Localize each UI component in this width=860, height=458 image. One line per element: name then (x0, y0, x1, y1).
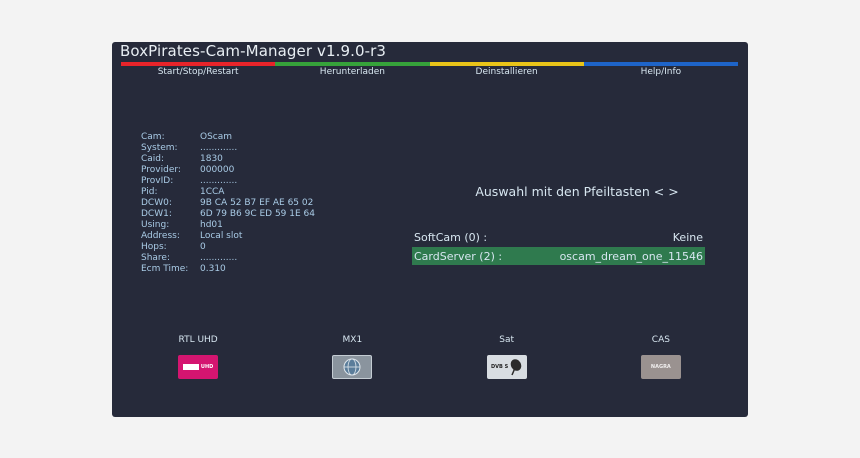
herunterladen-button[interactable]: Herunterladen (275, 67, 429, 77)
provider-name: MX1 (342, 335, 363, 345)
ecm-info-value: OScam (200, 132, 233, 142)
ecm-info-row: Cam: OScam (141, 132, 315, 143)
ecm-info-value: 1CCA (200, 187, 225, 197)
softcam-selector[interactable]: SoftCam (0) : Keine (412, 228, 705, 246)
ecm-info-key: ProvID: (141, 176, 174, 186)
cardserver-label: CardServer (2) : (414, 249, 503, 263)
ecm-info-value: ............. (200, 143, 238, 153)
nagra-logo-icon: NAGRA (640, 355, 681, 379)
ecm-info-key: Ecm Time: (141, 264, 189, 274)
ecm-info-value: Local slot (200, 231, 243, 241)
deinstallieren-button[interactable]: Deinstallieren (430, 67, 584, 77)
ecm-info-row: DCW1: 6D 79 B6 9C ED 59 1E 64 (141, 209, 315, 220)
ecm-info-key: Using: (141, 220, 170, 230)
window-title: BoxPirates-Cam-Manager v1.9.0-r3 (120, 42, 387, 60)
softcam-value: Keine (672, 230, 703, 244)
ecm-info-value: 0 (200, 242, 206, 252)
ecm-info-key: Caid: (141, 154, 165, 164)
ecm-info-key: Provider: (141, 165, 181, 175)
cas-logo-text: NAGRA (650, 364, 671, 370)
ecm-info-row: System:............. (141, 143, 315, 154)
ecm-info-key: Hops: (141, 242, 167, 252)
ecm-info-key: Share: (141, 253, 171, 263)
ecm-info-row: Provider: 000000 (141, 165, 315, 176)
cam-manager-window: BoxPirates-Cam-Manager v1.9.0-r3 Start/S… (112, 42, 748, 417)
ecm-info-value: ............. (200, 176, 238, 186)
help-info-button[interactable]: Help/Info (584, 67, 738, 77)
ecm-info-row: Share:............. (141, 253, 315, 264)
tuner-tile: Sat DVB S (430, 335, 584, 379)
ecm-info-value: 1830 (200, 154, 223, 164)
ecm-info-key: DCW0: (141, 198, 172, 208)
cas-tile: CAS NAGRA (584, 335, 738, 379)
ecm-info-row: Address: Local slot (141, 231, 315, 242)
color-key-labels: Start/Stop/Restart Herunterladen Deinsta… (121, 67, 738, 77)
mx1-globe-icon (332, 355, 373, 379)
ecm-info-row: Ecm Time: 0.310 (141, 264, 315, 275)
cardserver-selector[interactable]: CardServer (2) : oscam_dream_one_11546 (412, 247, 705, 265)
navigation-hint: Auswahl mit den Pfeiltasten < > (475, 184, 679, 199)
green-key-bar (275, 62, 430, 66)
rtl-uhd-logo-icon: UHD (178, 355, 219, 379)
ecm-info-row: DCW0: 9B CA 52 B7 EF AE 65 02 (141, 198, 315, 209)
ecm-info-value: 0.310 (200, 264, 226, 274)
ecm-info-value: 000000 (200, 165, 235, 175)
ecm-info-row: ProvID:............. (141, 176, 315, 187)
tuner-name: Sat (499, 335, 514, 345)
provider-tile: MX1 (275, 335, 429, 379)
dvb-logo-text: DVB S (491, 364, 509, 370)
softcam-label: SoftCam (0) : (414, 230, 488, 244)
ecm-info-key: Cam: (141, 132, 165, 142)
ecm-info-value: 6D 79 B6 9C ED 59 1E 64 (200, 209, 315, 219)
ecm-info-key: Pid: (141, 187, 158, 197)
start-stop-restart-button[interactable]: Start/Stop/Restart (121, 67, 275, 77)
ecm-info-list: Cam: OScam System:............. Caid: 1830… (141, 132, 315, 275)
ecm-info-row: Pid: 1CCA (141, 187, 315, 198)
ecm-info-row: Hops: 0 (141, 242, 315, 253)
ecm-info-key: DCW1: (141, 209, 172, 219)
yellow-key-bar (429, 62, 584, 66)
channel-info-tiles: RTL UHD UHD MX1 Sat DVB S CAS NAGRA (121, 335, 738, 379)
ecm-info-key: Address: (141, 231, 180, 241)
cardserver-value: oscam_dream_one_11546 (559, 249, 703, 263)
blue-key-bar (583, 62, 738, 66)
ecm-info-value: 9B CA 52 B7 EF AE 65 02 (200, 198, 314, 208)
ecm-info-value: ............. (200, 253, 238, 263)
ecm-info-value: hd01 (200, 220, 223, 230)
cas-name: CAS (651, 335, 670, 345)
dvb-s-dish-icon: DVB S (486, 355, 527, 379)
channel-tile: RTL UHD UHD (121, 335, 275, 379)
color-key-bars (121, 62, 738, 66)
ecm-info-row: Caid: 1830 (141, 154, 315, 165)
rtl-logo-text: UHD (200, 364, 214, 370)
red-key-bar (121, 62, 276, 66)
ecm-info-row: Using: hd01 (141, 220, 315, 231)
ecm-info-key: System: (141, 143, 178, 153)
channel-name: RTL UHD (178, 335, 218, 345)
